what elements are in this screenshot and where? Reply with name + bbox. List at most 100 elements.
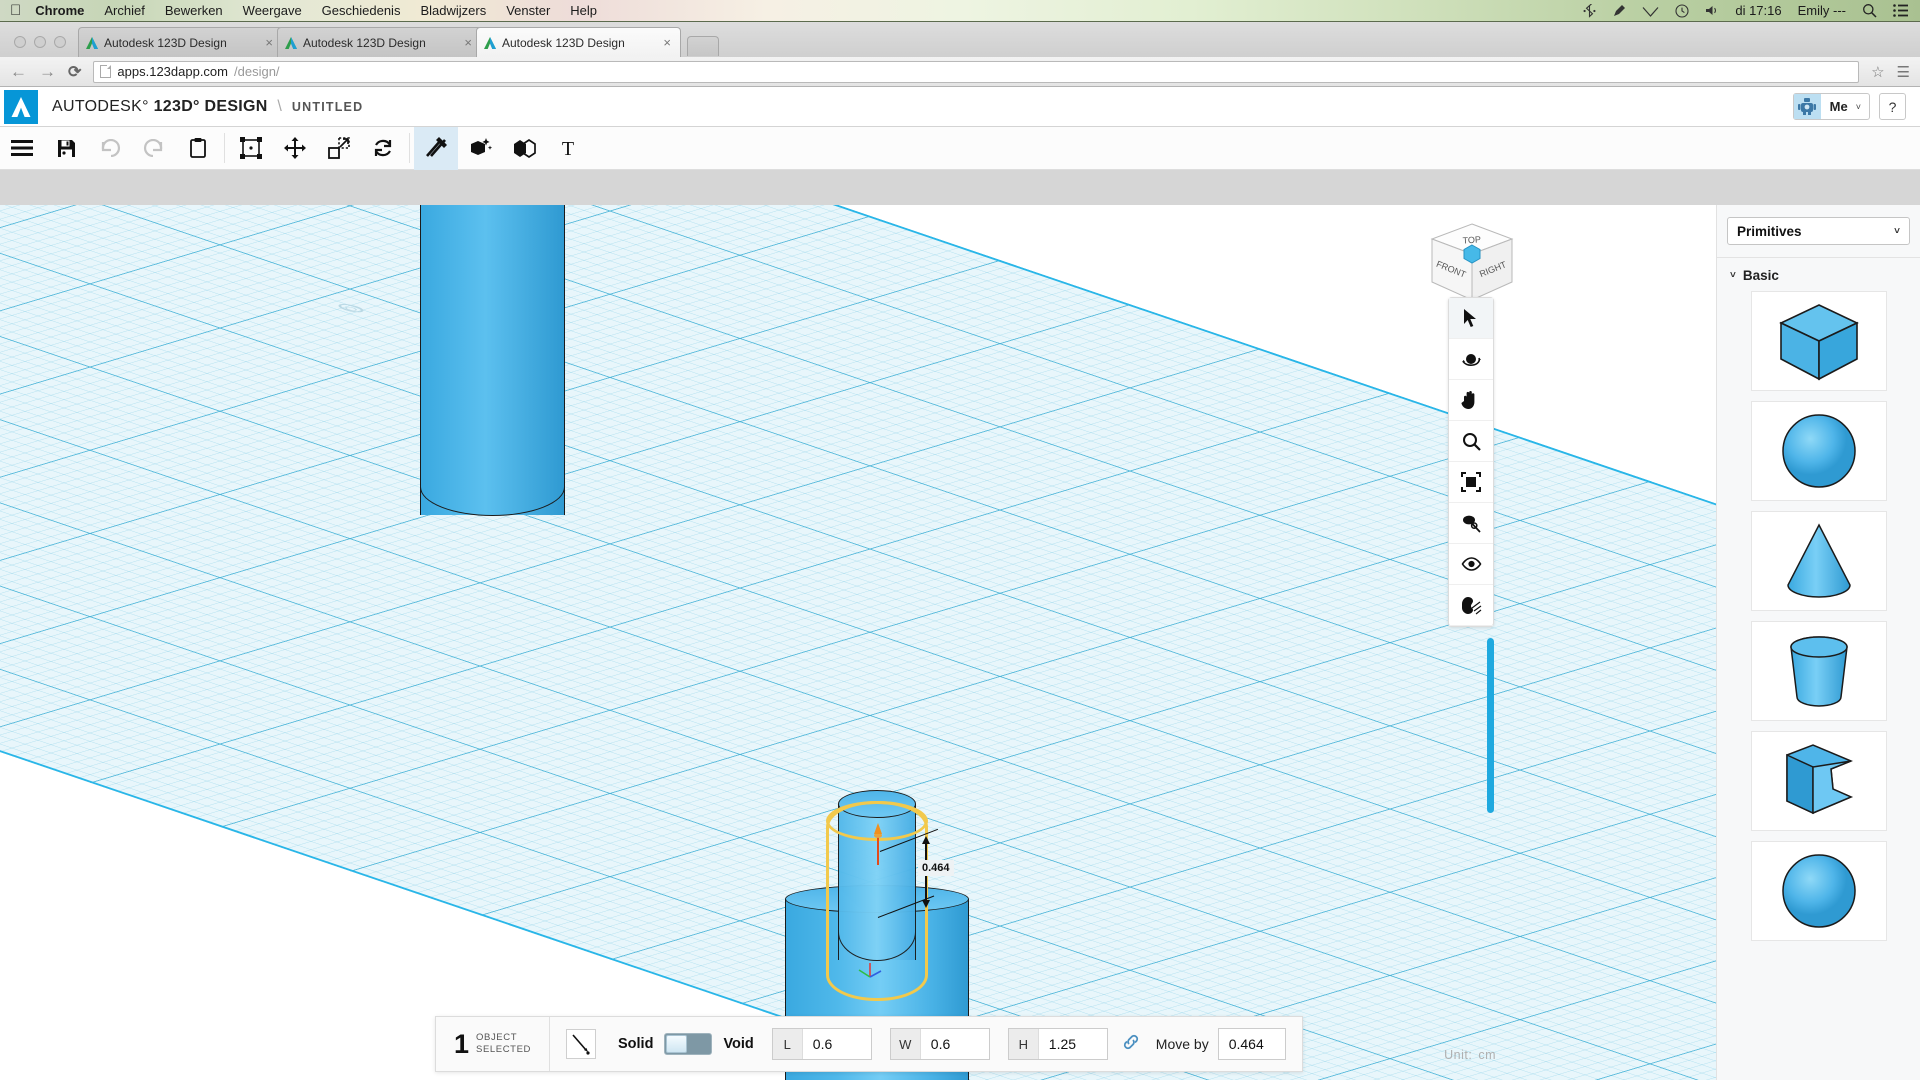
close-window-button[interactable] bbox=[14, 36, 26, 48]
user-menu-label: Me bbox=[1821, 99, 1856, 114]
volume-icon[interactable] bbox=[1705, 4, 1719, 17]
move-by-control[interactable]: Move by 0.464 bbox=[1156, 1028, 1286, 1060]
close-tab-3-icon[interactable]: × bbox=[660, 35, 674, 50]
selection-count-line2: SELECTED bbox=[476, 1044, 531, 1056]
wifi-icon[interactable] bbox=[1642, 4, 1659, 17]
unit-indicator: Unit:cm bbox=[1444, 1048, 1496, 1062]
basic-section-label: Basic bbox=[1743, 268, 1779, 283]
pan-tool-icon[interactable] bbox=[1449, 380, 1493, 421]
height-field-value[interactable]: 1.25 bbox=[1039, 1036, 1107, 1052]
primitives-category-select[interactable]: Primitives ˅ bbox=[1727, 217, 1910, 245]
forward-button-icon[interactable]: → bbox=[39, 63, 56, 80]
browser-tab-2[interactable]: Autodesk 123D Design × bbox=[277, 27, 482, 57]
orbit-tool-icon[interactable] bbox=[1449, 339, 1493, 380]
browser-tab-3-title: Autodesk 123D Design bbox=[502, 36, 660, 50]
close-tab-2-icon[interactable]: × bbox=[461, 35, 475, 50]
address-bar[interactable]: apps.123dapp.com/design/ bbox=[93, 61, 1859, 83]
zoom-window-button[interactable] bbox=[54, 36, 66, 48]
length-field-label: L bbox=[773, 1029, 803, 1059]
fit-view-icon[interactable] bbox=[1449, 462, 1493, 503]
help-button[interactable]: ? bbox=[1879, 93, 1906, 120]
width-field-value[interactable]: 0.6 bbox=[921, 1036, 989, 1052]
menu-venster[interactable]: Venster bbox=[506, 3, 550, 18]
back-button-icon[interactable]: ← bbox=[10, 63, 27, 80]
wedge-primitive[interactable] bbox=[1751, 731, 1887, 831]
menu-icon[interactable] bbox=[0, 127, 44, 170]
visibility-icon[interactable] bbox=[1449, 544, 1493, 585]
bookmark-star-icon[interactable]: ☆ bbox=[1871, 63, 1884, 81]
notification-center-icon[interactable] bbox=[1893, 4, 1908, 17]
user-menu-button[interactable]: Me ˅ bbox=[1793, 93, 1870, 120]
zoom-tool-icon[interactable] bbox=[1449, 421, 1493, 462]
cylinder-primitive[interactable] bbox=[1751, 621, 1887, 721]
chevron-down-icon: ˅ bbox=[1894, 226, 1900, 237]
zoom-object-icon[interactable] bbox=[1449, 503, 1493, 544]
move-icon[interactable] bbox=[273, 127, 317, 170]
move-by-value[interactable]: 0.464 bbox=[1218, 1028, 1286, 1060]
reload-button-icon[interactable]: ⟳ bbox=[68, 62, 81, 82]
product-mark: ° bbox=[193, 98, 200, 115]
menu-bladwijzers[interactable]: Bladwijzers bbox=[420, 3, 486, 18]
page-info-icon[interactable] bbox=[100, 65, 111, 78]
link-icon[interactable] bbox=[1122, 1033, 1140, 1056]
scale-icon[interactable] bbox=[317, 127, 361, 170]
material-icon[interactable] bbox=[1449, 585, 1493, 626]
timemachine-icon[interactable] bbox=[1675, 4, 1689, 18]
save-icon[interactable] bbox=[44, 127, 88, 170]
viewport-scrollbar[interactable] bbox=[1487, 638, 1494, 813]
select-tool-icon[interactable] bbox=[1449, 298, 1493, 339]
undo-icon[interactable] bbox=[88, 127, 132, 170]
close-tab-1-icon[interactable]: × bbox=[262, 35, 276, 50]
construct-icon[interactable] bbox=[502, 127, 546, 170]
box-primitive[interactable] bbox=[1751, 291, 1887, 391]
menu-geschiedenis[interactable]: Geschiedenis bbox=[322, 3, 401, 18]
browser-tab-strip: Autodesk 123D Design × Autodesk 123D Des… bbox=[0, 22, 1920, 57]
snap-icon[interactable] bbox=[566, 1029, 596, 1059]
toolbar-divider bbox=[224, 133, 225, 163]
document-name: UNTITLED bbox=[292, 100, 363, 114]
menubar-clock[interactable]: di 17:16 bbox=[1735, 3, 1781, 18]
width-field[interactable]: W 0.6 bbox=[890, 1028, 990, 1060]
window-controls[interactable] bbox=[8, 36, 78, 57]
transform-icon[interactable] bbox=[229, 127, 273, 170]
length-field-value[interactable]: 0.6 bbox=[803, 1036, 871, 1052]
chrome-menu-icon[interactable]: ☰ bbox=[1897, 63, 1910, 81]
3d-viewport[interactable]: 0.464 TOP FRONT RIGHT bbox=[0, 205, 1716, 1080]
object-parameter-bar: 1 OBJECT SELECTED Solid Void L 0.6 W 0.6… bbox=[435, 1016, 1303, 1072]
menubar-user[interactable]: Emily --- bbox=[1798, 3, 1846, 18]
primitive-icon[interactable] bbox=[458, 127, 502, 170]
pen-icon[interactable] bbox=[1612, 4, 1626, 18]
url-host: apps.123dapp.com bbox=[117, 64, 228, 79]
view-tools-panel bbox=[1448, 297, 1494, 627]
browser-tab-1-title: Autodesk 123D Design bbox=[104, 36, 262, 50]
autodesk-favicon bbox=[85, 36, 99, 50]
basic-section-header[interactable]: ˅ Basic bbox=[1717, 258, 1920, 291]
height-field[interactable]: H 1.25 bbox=[1008, 1028, 1108, 1060]
minimize-window-button[interactable] bbox=[34, 36, 46, 48]
toolbar-divider bbox=[409, 133, 410, 163]
length-field[interactable]: L 0.6 bbox=[772, 1028, 872, 1060]
menu-weergave[interactable]: Weergave bbox=[243, 3, 302, 18]
menu-help[interactable]: Help bbox=[570, 3, 597, 18]
menu-bewerken[interactable]: Bewerken bbox=[165, 3, 223, 18]
torus-primitive[interactable] bbox=[1751, 841, 1887, 941]
apple-menu-icon[interactable]:  bbox=[10, 3, 21, 18]
background-cylinder[interactable] bbox=[420, 205, 565, 515]
menu-chrome[interactable]: Chrome bbox=[35, 3, 84, 18]
cone-primitive[interactable] bbox=[1751, 511, 1887, 611]
bluetooth-icon[interactable] bbox=[1583, 4, 1596, 18]
selection-count-number: 1 bbox=[454, 1031, 469, 1058]
combine-icon[interactable] bbox=[414, 127, 458, 170]
gizmo-arrow-head[interactable] bbox=[874, 823, 882, 834]
solid-void-toggle[interactable] bbox=[664, 1033, 712, 1055]
new-tab-button[interactable] bbox=[687, 36, 719, 56]
browser-tab-3[interactable]: Autodesk 123D Design × bbox=[476, 27, 681, 57]
text-icon[interactable]: T bbox=[546, 127, 590, 170]
redo-icon[interactable] bbox=[132, 127, 176, 170]
search-icon[interactable] bbox=[1862, 3, 1877, 18]
clipboard-icon[interactable] bbox=[176, 127, 220, 170]
sphere-primitive[interactable] bbox=[1751, 401, 1887, 501]
browser-tab-1[interactable]: Autodesk 123D Design × bbox=[78, 27, 283, 57]
menu-archief[interactable]: Archief bbox=[104, 3, 144, 18]
rotate-icon[interactable] bbox=[361, 127, 405, 170]
